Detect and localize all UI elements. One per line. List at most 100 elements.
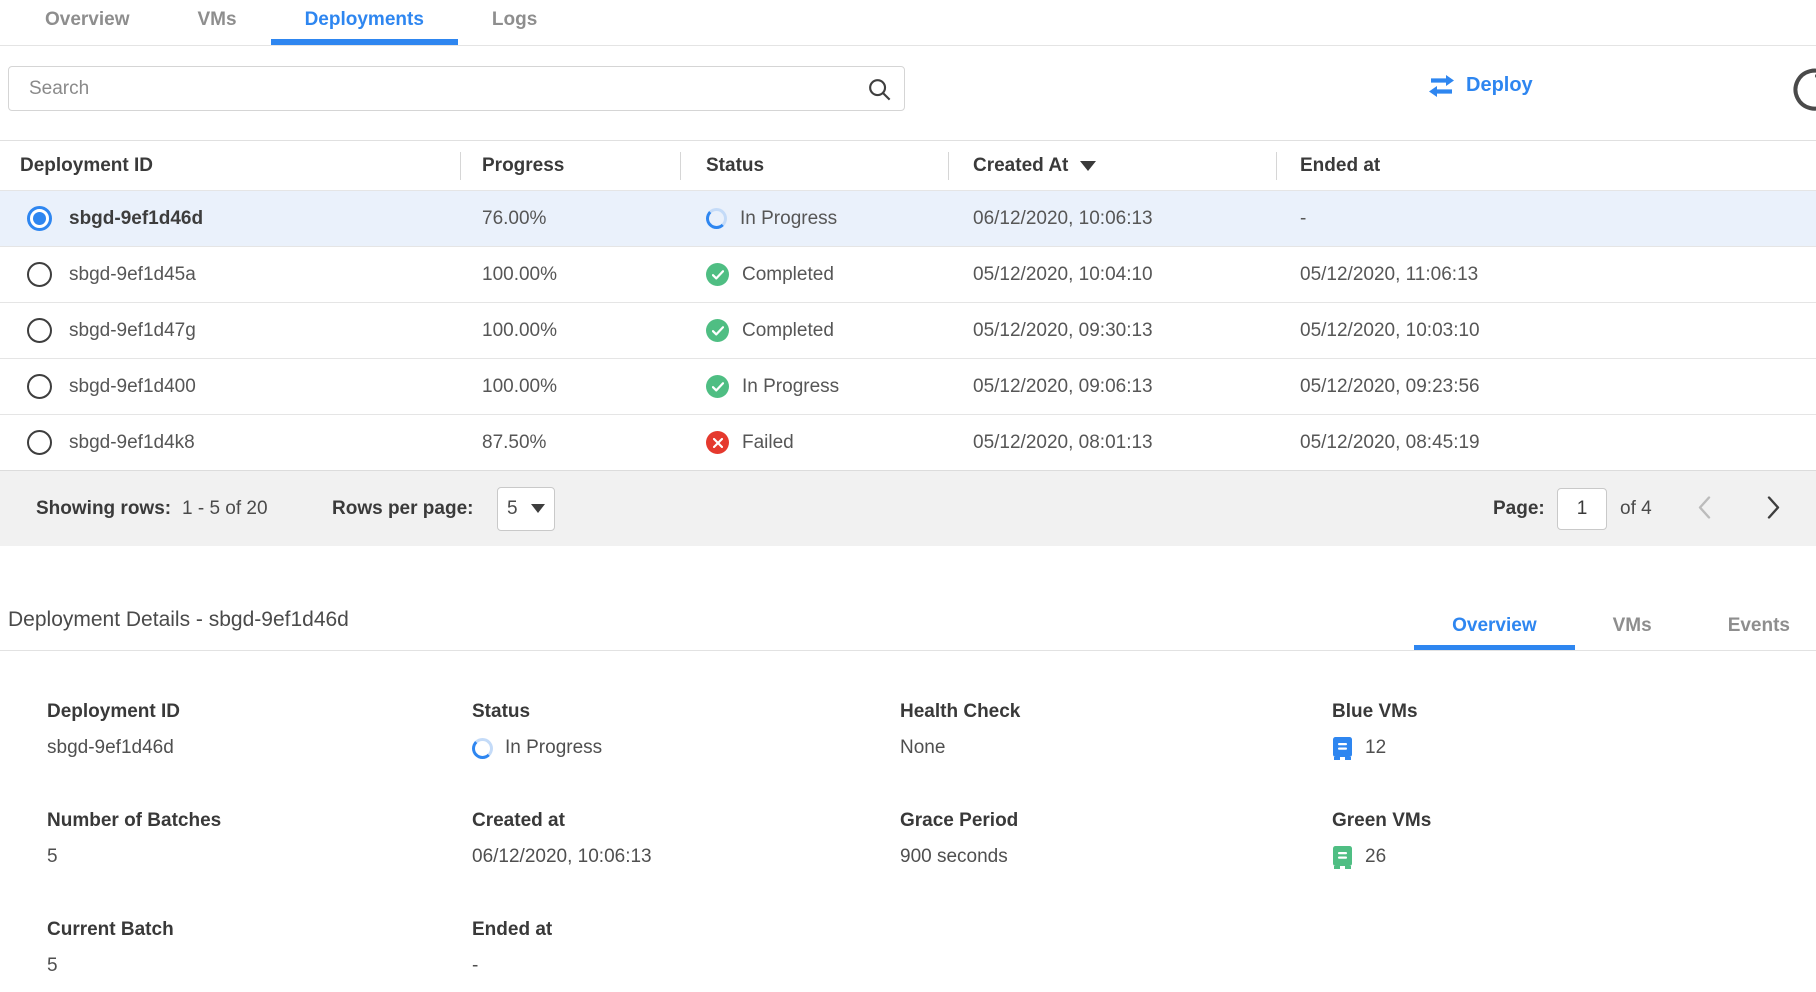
- field-label: Number of Batches: [47, 810, 472, 832]
- field-label: Grace Period: [900, 810, 1332, 832]
- column-header-status[interactable]: Status: [680, 141, 948, 190]
- deployment-id-cell: sbgd-9ef1d47g: [69, 320, 196, 342]
- completed-check-icon: [706, 375, 729, 398]
- blue-vm-icon: [1332, 737, 1353, 760]
- row-radio[interactable]: [27, 430, 52, 455]
- row-radio[interactable]: [27, 374, 52, 399]
- field-status: Status In Progress: [472, 701, 900, 760]
- refresh-icon[interactable]: [1789, 64, 1816, 121]
- column-header-deployment-id[interactable]: Deployment ID: [0, 141, 460, 190]
- ended-at-cell: 05/12/2020, 10:03:10: [1276, 320, 1816, 342]
- field-value: None: [900, 736, 1332, 760]
- row-radio[interactable]: [27, 262, 52, 287]
- field-health-check: Health Check None: [900, 701, 1332, 760]
- field-value: 12: [1365, 737, 1386, 759]
- progress-cell: 76.00%: [460, 208, 680, 230]
- chevron-down-icon: [531, 504, 545, 513]
- showing-rows-label: Showing rows:: [36, 498, 171, 520]
- table-row[interactable]: sbgd-9ef1d4k8 87.50% Failed 05/12/2020, …: [0, 414, 1816, 470]
- field-value: 5: [47, 954, 472, 978]
- sort-descending-icon[interactable]: [1080, 161, 1096, 171]
- completed-check-icon: [706, 319, 729, 342]
- column-header-ended-at[interactable]: Ended at: [1276, 141, 1816, 190]
- details-tab-events[interactable]: Events: [1690, 607, 1816, 651]
- row-radio[interactable]: [27, 318, 52, 343]
- field-green-vms: Green VMs 26: [1332, 810, 1816, 869]
- failed-x-icon: [706, 431, 729, 454]
- details-tab-vms[interactable]: VMs: [1575, 607, 1690, 651]
- details-tab-bar: Overview VMs Events: [1414, 607, 1816, 651]
- field-label: Green VMs: [1332, 810, 1816, 832]
- tab-deployments[interactable]: Deployments: [271, 0, 458, 45]
- status-cell: Completed: [742, 320, 834, 342]
- table-row[interactable]: sbgd-9ef1d45a 100.00% Completed 05/12/20…: [0, 246, 1816, 302]
- table-header-row: Deployment ID Progress Status Created At…: [0, 140, 1816, 190]
- next-page-button[interactable]: [1763, 492, 1784, 525]
- field-value: 900 seconds: [900, 845, 1332, 869]
- deploy-button[interactable]: Deploy: [1428, 74, 1533, 97]
- field-label: Status: [472, 701, 900, 723]
- tab-overview[interactable]: Overview: [11, 0, 164, 45]
- deployments-page: Overview VMs Deployments Logs Deploy Dep…: [0, 0, 1816, 992]
- deployment-id-cell: sbgd-9ef1d4k8: [69, 432, 195, 454]
- page-total: of 4: [1620, 498, 1652, 520]
- column-header-created-at-label: Created At: [973, 155, 1068, 177]
- progress-cell: 100.00%: [460, 264, 680, 286]
- previous-page-button[interactable]: [1694, 492, 1715, 525]
- rows-per-page-select[interactable]: 5: [497, 487, 555, 531]
- row-radio-selected[interactable]: [27, 206, 52, 231]
- tab-vms[interactable]: VMs: [164, 0, 271, 45]
- table-pagination-footer: Showing rows: 1 - 5 of 20 Rows per page:…: [0, 470, 1816, 546]
- field-label: Current Batch: [47, 919, 472, 941]
- field-label: Ended at: [472, 919, 900, 941]
- field-ended-at: Ended at -: [472, 919, 900, 978]
- rows-per-page-value: 5: [507, 498, 518, 520]
- field-grace-period: Grace Period 900 seconds: [900, 810, 1332, 869]
- field-value: 5: [47, 845, 472, 869]
- rows-per-page-label: Rows per page:: [332, 498, 473, 520]
- details-divider: [0, 650, 1816, 651]
- field-current-batch: Current Batch 5: [47, 919, 472, 978]
- deployments-table: Deployment ID Progress Status Created At…: [0, 140, 1816, 546]
- table-row[interactable]: sbgd-9ef1d46d 76.00% In Progress 06/12/2…: [0, 190, 1816, 246]
- created-at-cell: 05/12/2020, 10:04:10: [948, 264, 1276, 286]
- ended-at-cell: 05/12/2020, 09:23:56: [1276, 376, 1816, 398]
- table-row[interactable]: sbgd-9ef1d47g 100.00% Completed 05/12/20…: [0, 302, 1816, 358]
- ended-at-cell: 05/12/2020, 11:06:13: [1276, 264, 1816, 286]
- column-header-created-at[interactable]: Created At: [948, 141, 1276, 190]
- field-label: Blue VMs: [1332, 701, 1816, 723]
- created-at-cell: 05/12/2020, 09:06:13: [948, 376, 1276, 398]
- field-number-of-batches: Number of Batches 5: [47, 810, 472, 869]
- field-value: sbgd-9ef1d46d: [47, 736, 472, 760]
- field-value: 06/12/2020, 10:06:13: [472, 845, 900, 869]
- deployment-details-title: Deployment Details - sbgd-9ef1d46d: [8, 608, 349, 632]
- ended-at-cell: -: [1276, 208, 1816, 230]
- field-created-at: Created at 06/12/2020, 10:06:13: [472, 810, 900, 869]
- field-deployment-id: Deployment ID sbgd-9ef1d46d: [47, 701, 472, 760]
- field-label: Created at: [472, 810, 900, 832]
- details-tab-overview[interactable]: Overview: [1414, 607, 1575, 651]
- showing-rows-value: 1 - 5 of 20: [182, 498, 268, 520]
- details-overview-grid: Deployment ID sbgd-9ef1d46d Status In Pr…: [47, 701, 1816, 978]
- deployment-id-cell: sbgd-9ef1d46d: [69, 208, 203, 230]
- field-label: Deployment ID: [47, 701, 472, 723]
- field-label: Health Check: [900, 701, 1332, 723]
- status-cell: In Progress: [740, 208, 837, 230]
- field-value: 26: [1365, 846, 1386, 868]
- page-label: Page:: [1493, 498, 1545, 520]
- created-at-cell: 05/12/2020, 08:01:13: [948, 432, 1276, 454]
- deploy-button-label: Deploy: [1466, 74, 1533, 97]
- field-blue-vms: Blue VMs 12: [1332, 701, 1816, 760]
- column-header-progress[interactable]: Progress: [460, 141, 680, 190]
- field-value: In Progress: [505, 737, 602, 759]
- in-progress-spinner-icon: [706, 208, 727, 229]
- created-at-cell: 05/12/2020, 09:30:13: [948, 320, 1276, 342]
- swap-arrows-icon: [1428, 75, 1455, 97]
- tab-logs[interactable]: Logs: [458, 0, 571, 45]
- top-tab-bar: Overview VMs Deployments Logs: [0, 0, 1816, 46]
- table-row[interactable]: sbgd-9ef1d400 100.00% In Progress 05/12/…: [0, 358, 1816, 414]
- search-input[interactable]: [8, 66, 905, 111]
- page-number-input[interactable]: [1557, 488, 1607, 530]
- deployment-id-cell: sbgd-9ef1d400: [69, 376, 196, 398]
- in-progress-spinner-icon: [472, 738, 493, 759]
